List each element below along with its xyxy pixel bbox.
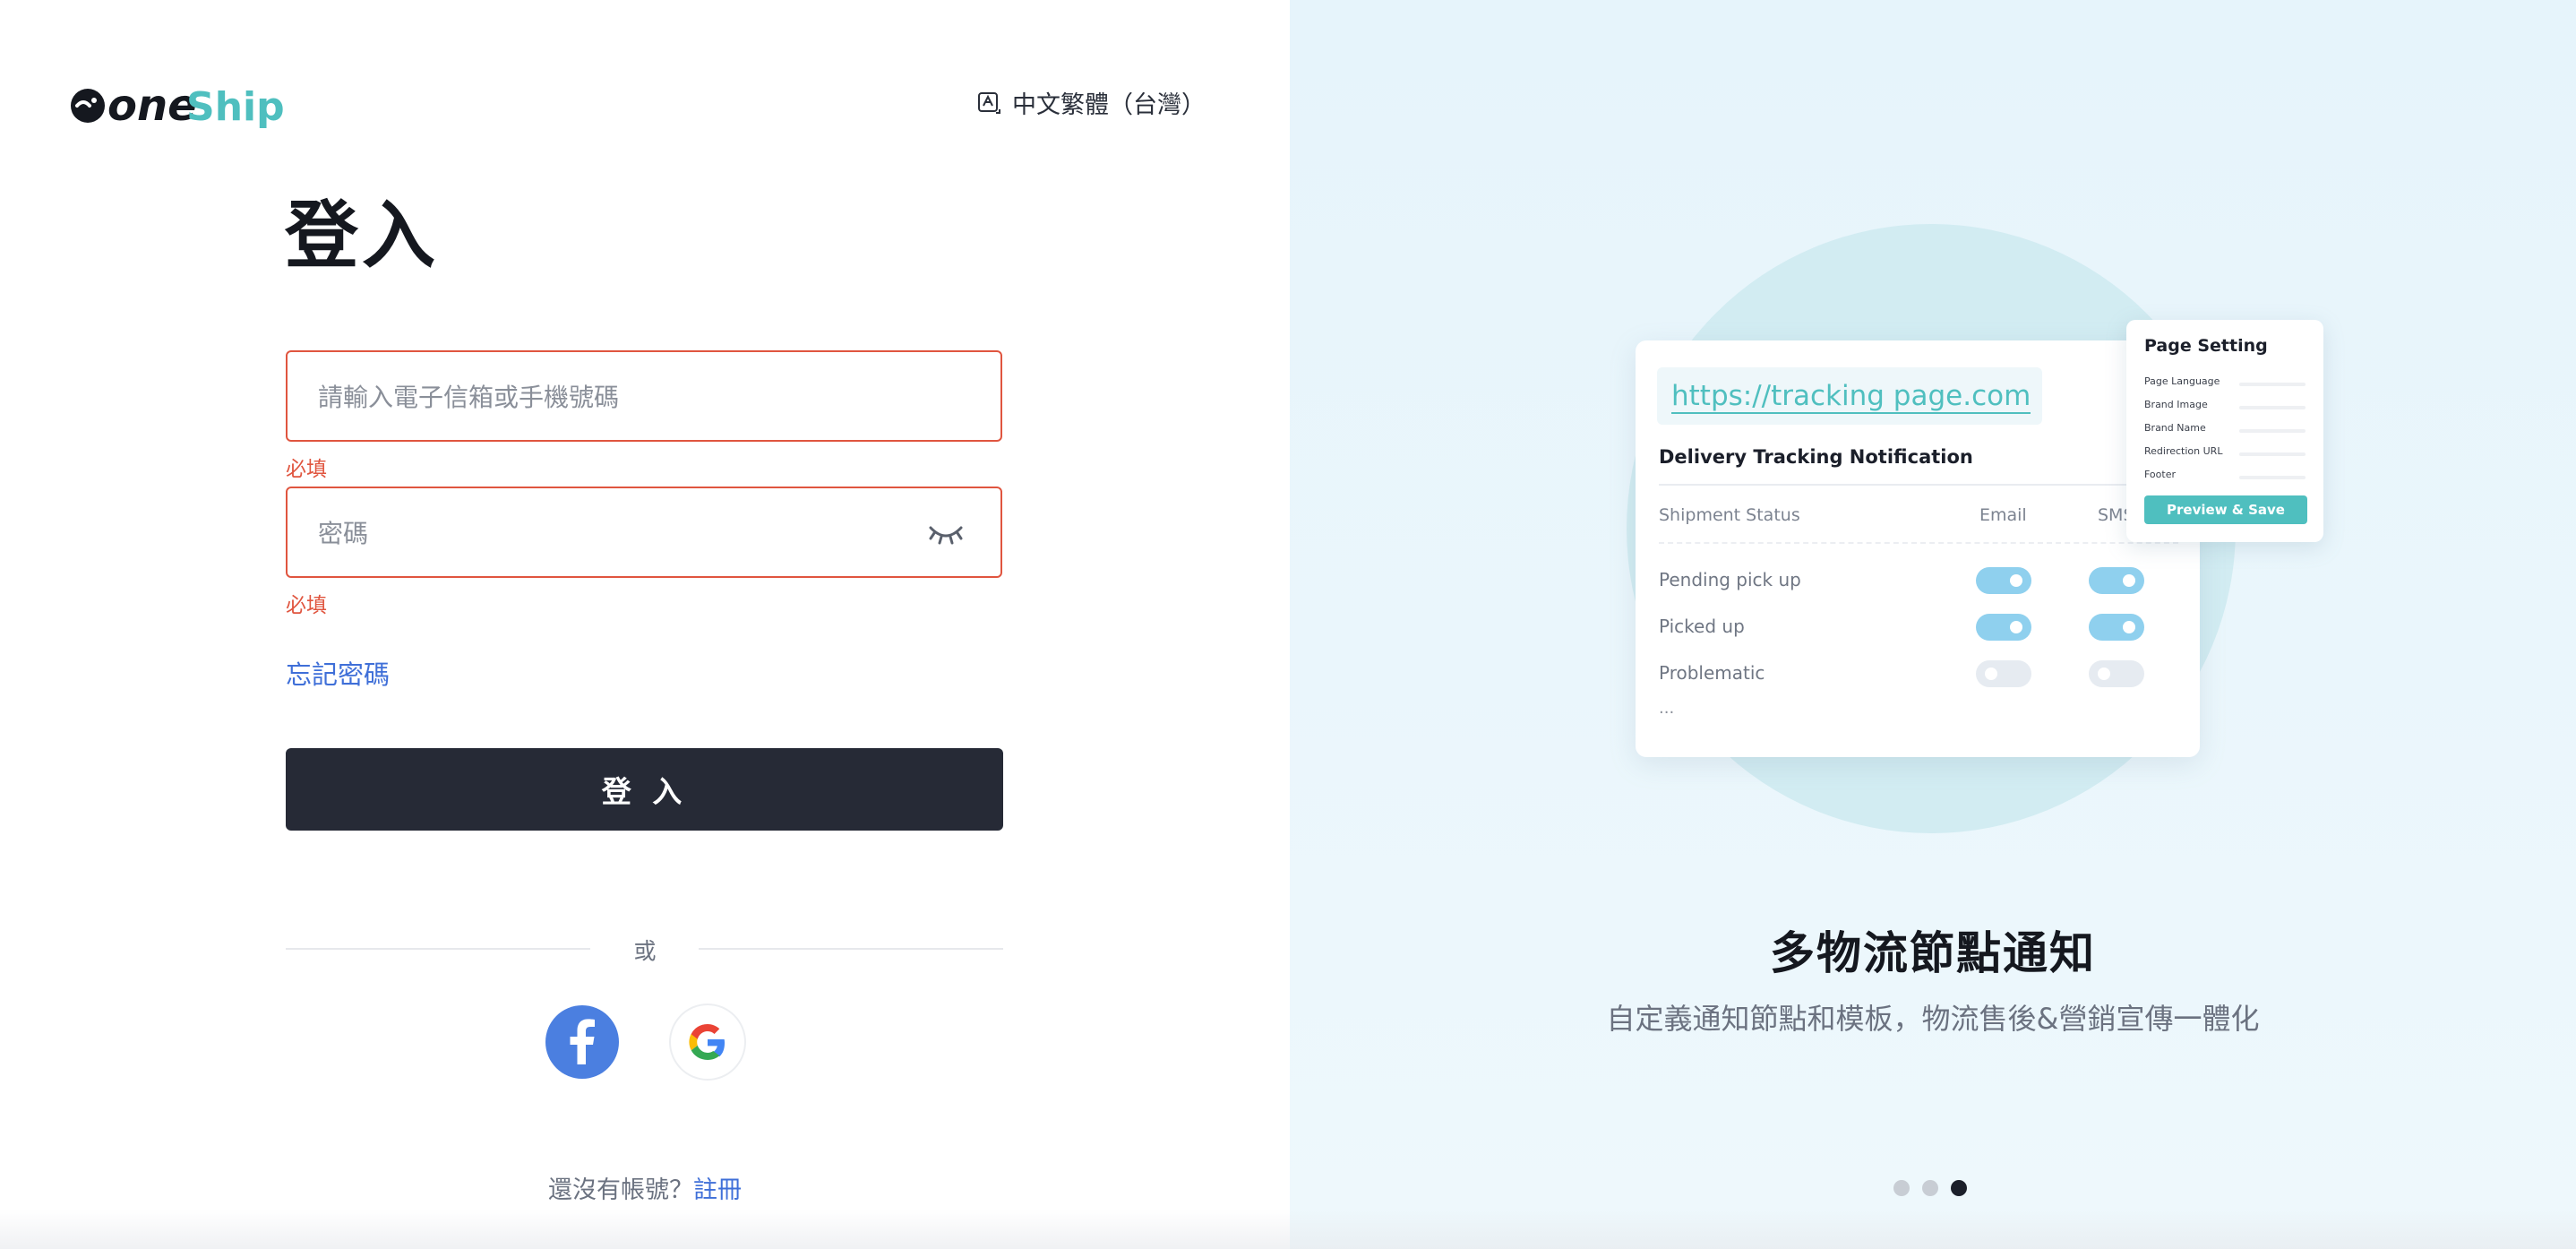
forgot-password-link[interactable]: 忘記密碼: [286, 654, 390, 692]
page-setting-item: Page Language: [2144, 375, 2306, 392]
sms-toggle: [2089, 567, 2144, 594]
email-toggle: [1976, 567, 2031, 594]
carousel-dot[interactable]: [1893, 1180, 1910, 1196]
page-title: 登入: [285, 194, 440, 279]
logo-text-one: one: [107, 81, 197, 131]
page-setting-card: Page Setting Page Language Brand Image B…: [2126, 320, 2323, 542]
google-login-button[interactable]: [671, 1005, 744, 1079]
password-required-error: 必填: [286, 594, 327, 617]
email-required-error: 必填: [286, 458, 327, 481]
column-header-status: Shipment Status: [1659, 505, 1800, 525]
carousel-dots: [1893, 1180, 1967, 1196]
slide-title: 多物流節點通知: [1770, 927, 2096, 979]
google-icon: [689, 1024, 725, 1060]
page-setting-item: Footer: [2144, 469, 2306, 485]
column-header-email: Email: [1979, 505, 2027, 525]
translate-icon: [978, 91, 1000, 114]
card-title: Delivery Tracking Notification: [1659, 446, 1973, 468]
status-row-label: Problematic: [1659, 662, 1765, 684]
carousel-dot[interactable]: [1922, 1180, 1938, 1196]
or-label: 或: [633, 938, 657, 964]
bottom-shadow: [0, 1210, 2576, 1249]
eye-closed-icon[interactable]: [927, 519, 965, 546]
oneship-logo[interactable]: one Ship: [68, 75, 292, 133]
logo-text-ship: Ship: [186, 84, 285, 130]
language-selector[interactable]: 中文繁體（台灣）: [976, 85, 1206, 120]
email-input[interactable]: [316, 352, 929, 442]
slide-subtitle: 自定義通知節點和模板，物流售後&營銷宣傳一體化: [1606, 1002, 2260, 1036]
promo-panel: https://tracking page.com Delivery Track…: [1290, 0, 2576, 1249]
language-label: 中文繁體（台灣）: [1012, 91, 1206, 119]
password-field[interactable]: [286, 487, 1002, 578]
facebook-login-button[interactable]: [545, 1005, 619, 1079]
sms-toggle: [2089, 614, 2144, 641]
divider-left: [286, 948, 590, 950]
email-field[interactable]: [286, 350, 1002, 442]
card-separator: [1659, 484, 2178, 486]
divider-right: [699, 948, 1003, 950]
page-setting-title: Page Setting: [2144, 336, 2268, 356]
tracking-url: https://tracking page.com: [1671, 380, 2031, 414]
status-row-label: Pending pick up: [1659, 569, 1801, 590]
facebook-icon: [570, 1019, 595, 1064]
signup-question: 還沒有帳號？: [548, 1176, 693, 1204]
carousel-dot[interactable]: [1951, 1180, 1967, 1196]
more-rows-ellipsis: ...: [1659, 699, 1675, 718]
signup-link[interactable]: 註冊: [693, 1176, 742, 1204]
page-setting-item: Brand Image: [2144, 399, 2306, 415]
preview-save-button: Preview & Save: [2144, 495, 2307, 524]
login-panel: one Ship 中文繁體（台灣） 登入 必填 必填 忘記密碼 登 入 或: [0, 0, 1290, 1249]
oneship-logo-graphic: one Ship: [71, 81, 285, 131]
login-button[interactable]: 登 入: [286, 748, 1003, 831]
status-row-label: Picked up: [1659, 616, 1745, 637]
header-dashed-line: [1659, 542, 2178, 544]
page-setting-item: Brand Name: [2144, 422, 2306, 438]
sms-toggle: [2089, 660, 2144, 687]
password-input[interactable]: [316, 488, 929, 578]
email-toggle: [1976, 614, 2031, 641]
page-setting-item: Redirection URL: [2144, 445, 2306, 461]
url-box: https://tracking page.com: [1657, 367, 2042, 425]
tracking-notification-card: https://tracking page.com Delivery Track…: [1636, 340, 2200, 757]
email-toggle: [1976, 660, 2031, 687]
signup-prompt: 還沒有帳號？註冊: [0, 1170, 1290, 1205]
